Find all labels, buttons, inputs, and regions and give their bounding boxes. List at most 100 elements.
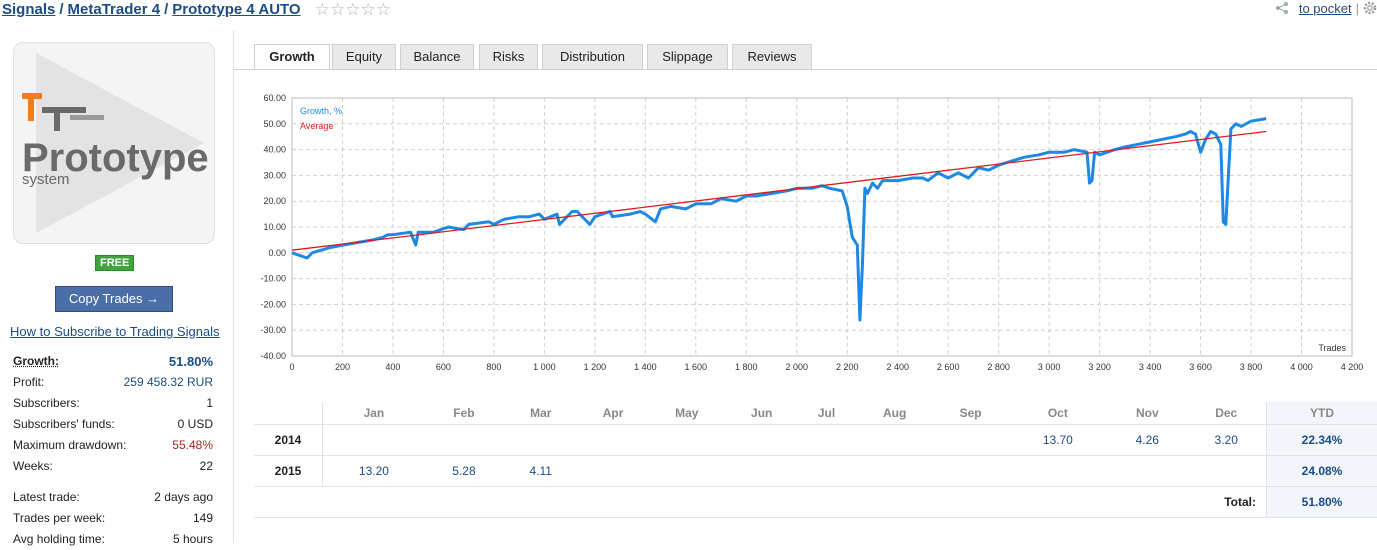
month-header: Dec [1186, 402, 1266, 425]
month-value-cell [648, 425, 726, 456]
y-tick-label: -10.00 [260, 274, 286, 284]
stat-row-funds: Subscribers' funds:0 USD [13, 414, 213, 435]
sidebar: Prototype system FREE Copy Trades → How … [0, 30, 234, 543]
ytd-cell: 24.08% [1267, 456, 1377, 487]
month-value-cell: 3.20 [1186, 425, 1266, 456]
month-value-cell [578, 425, 647, 456]
month-header: Mar [503, 402, 578, 425]
stat-key: Avg holding time: [13, 529, 105, 550]
month-header: Jun [726, 402, 798, 425]
x-tick-label: 2 400 [886, 362, 909, 372]
logo-subtitle: system [22, 171, 70, 188]
month-value-cell [578, 456, 647, 487]
signal-stats: Growth:51.80% Profit:259 458.32 RUR Subs… [13, 351, 213, 550]
breadcrumb-separator: / [55, 1, 67, 18]
tab-growth[interactable]: Growth [254, 44, 330, 70]
month-header: Feb [425, 402, 503, 425]
month-header: Nov [1108, 402, 1186, 425]
copy-trades-button[interactable]: Copy Trades → [55, 286, 173, 312]
x-tick-label: 3 200 [1088, 362, 1111, 372]
year-cell: 2014 [254, 425, 323, 456]
y-tick-label: -30.00 [260, 325, 286, 335]
stat-value: 55.48% [172, 435, 213, 456]
stat-value: 1 [206, 393, 213, 414]
breadcrumb-metatrader[interactable]: MetaTrader 4 [68, 1, 161, 18]
stat-key: Latest trade: [13, 487, 80, 508]
stat-key: Subscribers' funds: [13, 414, 115, 435]
tab-divider [234, 69, 1377, 70]
month-header: Sep [934, 402, 1008, 425]
x-tick-label: 1 200 [584, 362, 607, 372]
tab-balance[interactable]: Balance [400, 44, 474, 69]
year-cell: 2015 [254, 456, 323, 487]
month-header: Jul [797, 402, 855, 425]
month-value-cell: 4.11 [503, 456, 578, 487]
ytd-header: YTD [1267, 402, 1377, 425]
to-pocket-link[interactable]: to pocket [1299, 1, 1352, 16]
stat-row-growth: Growth:51.80% [13, 351, 213, 372]
x-tick-label: 3 800 [1240, 362, 1263, 372]
breadcrumb-signal-name[interactable]: Prototype 4 AUTO [172, 1, 300, 18]
x-axis-label: Trades [1318, 343, 1346, 353]
month-value-cell [726, 456, 798, 487]
y-tick-label: 30.00 [263, 170, 286, 180]
stat-key: Subscribers: [13, 393, 80, 414]
tab-reviews[interactable]: Reviews [732, 44, 812, 69]
logo-graphic: Prototype system [14, 43, 214, 243]
stat-row-trades-per-week: Trades per week:149 [13, 508, 213, 529]
month-value-cell [425, 425, 503, 456]
tab-slippage[interactable]: Slippage [647, 44, 728, 69]
x-tick-label: 4 000 [1290, 362, 1313, 372]
month-value-cell [1108, 456, 1186, 487]
month-value-cell [726, 425, 798, 456]
month-value-cell [856, 456, 934, 487]
x-tick-label: 2 200 [836, 362, 859, 372]
y-tick-label: 50.00 [263, 119, 286, 129]
monthly-growth-table: Jan Feb Mar Apr May Jun Jul Aug Sep Oct … [254, 402, 1377, 518]
month-header: Oct [1008, 402, 1109, 425]
x-tick-label: 3 600 [1189, 362, 1212, 372]
tab-risks[interactable]: Risks [479, 44, 538, 69]
x-tick-label: 1 000 [533, 362, 556, 372]
month-value-cell [503, 425, 578, 456]
divider: | [1356, 1, 1359, 16]
tab-distribution[interactable]: Distribution [542, 44, 643, 69]
month-value-cell: 13.20 [323, 456, 425, 487]
how-to-subscribe-link[interactable]: How to Subscribe to Trading Signals [10, 324, 220, 339]
stat-row-profit: Profit:259 458.32 RUR [13, 372, 213, 393]
x-tick-label: 1 400 [634, 362, 657, 372]
x-tick-label: 200 [335, 362, 350, 372]
signal-logo: Prototype system [13, 42, 215, 244]
y-tick-label: 20.00 [263, 196, 286, 206]
breadcrumb-signals[interactable]: Signals [2, 1, 55, 18]
growth-chart: 60.0050.0040.0030.0020.0010.000.00-10.00… [254, 88, 1377, 388]
stat-value: 2 days ago [154, 487, 213, 508]
stat-row-subscribers: Subscribers: 1 [13, 393, 213, 414]
stat-row-holding-time: Avg holding time: 5 hours [13, 529, 213, 550]
tab-equity[interactable]: Equity [332, 44, 396, 69]
y-tick-label: -20.00 [260, 299, 286, 309]
y-tick-label: 0.00 [268, 248, 286, 258]
stat-key: Weeks: [13, 456, 53, 477]
stat-value: 259 458.32 RUR [124, 372, 213, 393]
year-header [254, 402, 323, 425]
gear-icon[interactable] [1363, 1, 1377, 15]
table-total-row: Total: 51.80% [254, 487, 1377, 518]
breadcrumb: Signals/MetaTrader 4/Prototype 4 AUTO ☆☆… [2, 0, 391, 20]
x-tick-label: 2 800 [987, 362, 1010, 372]
month-header: Aug [856, 402, 934, 425]
share-icon[interactable] [1275, 1, 1289, 15]
x-tick-label: 1 800 [735, 362, 758, 372]
y-tick-label: 60.00 [263, 93, 286, 103]
stat-value: 5 hours [173, 529, 213, 550]
stat-key: Maximum drawdown: [13, 435, 126, 456]
x-tick-label: 1 600 [685, 362, 708, 372]
table-header-row: Jan Feb Mar Apr May Jun Jul Aug Sep Oct … [254, 402, 1377, 425]
month-header: May [648, 402, 726, 425]
month-value-cell: 5.28 [425, 456, 503, 487]
month-value-cell: 13.70 [1008, 425, 1109, 456]
rating-stars[interactable]: ☆☆☆☆☆ [315, 0, 391, 20]
stat-row-weeks: Weeks:22 [13, 456, 213, 477]
breadcrumb-separator: / [160, 1, 172, 18]
x-tick-label: 400 [385, 362, 400, 372]
